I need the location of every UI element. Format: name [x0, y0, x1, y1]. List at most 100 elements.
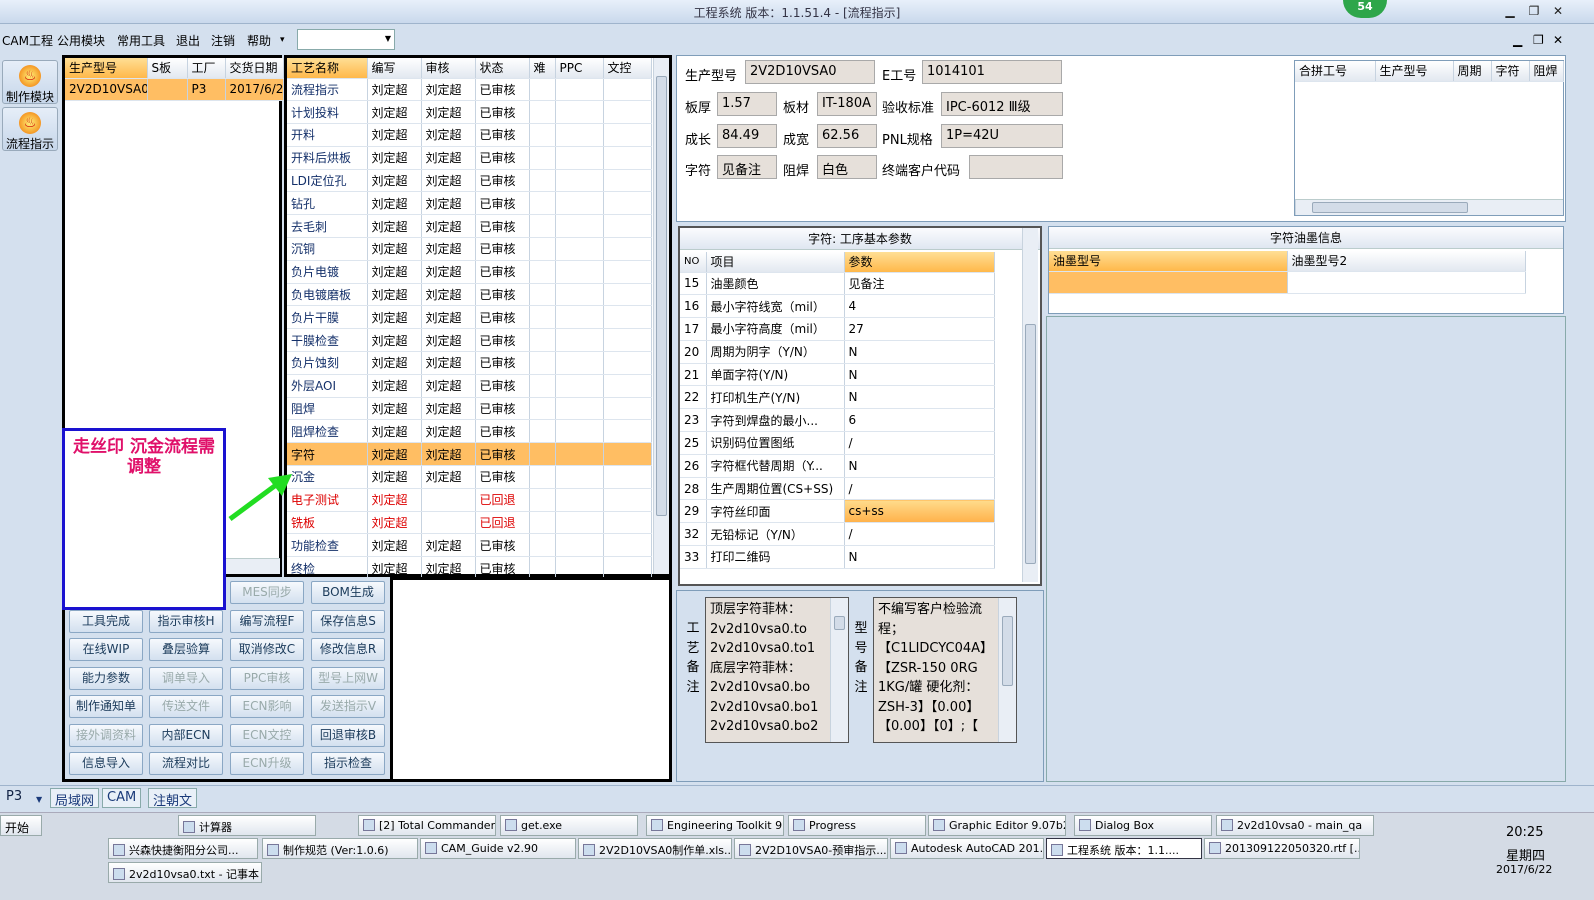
col-status[interactable]: 状态 — [475, 58, 530, 79]
menu-common-modules[interactable]: 公用模块 — [57, 32, 105, 49]
craft-notes-scrollbar[interactable] — [830, 598, 848, 742]
nav-process-guide[interactable]: ♨ 流程指示 — [2, 107, 58, 151]
scroll-thumb[interactable] — [1025, 324, 1036, 564]
taskbar-item[interactable]: 兴森快捷衡阳分公司... — [108, 838, 258, 859]
action-button[interactable]: 在线WIP — [69, 638, 143, 661]
taskbar-item[interactable]: Autodesk AutoCAD 201... — [890, 838, 1044, 859]
col-merge-char[interactable]: 字符 — [1491, 61, 1530, 82]
table-row[interactable]: 阻焊检查 刘定超 刘定超 已审核 — [287, 419, 652, 444]
action-button[interactable]: 调单导入 — [149, 666, 223, 690]
taskbar-item[interactable]: 工程系统 版本：1.1.... — [1046, 838, 1202, 859]
tab-lan[interactable]: 局域网 — [50, 788, 100, 809]
taskbar-item[interactable]: Graphic Editor 9.07b2... — [928, 815, 1066, 836]
taskbar-item[interactable]: 计算器 — [178, 815, 316, 836]
chevron-down-icon[interactable]: ▼ — [32, 794, 46, 814]
taskbar-item[interactable]: CAM_Guide v2.90 — [420, 838, 576, 859]
action-button[interactable]: BOM生成 — [311, 581, 385, 604]
field-solder-mask[interactable]: 白色 — [817, 155, 877, 179]
table-row[interactable]: 干膜检查 刘定超 刘定超 已审核 — [287, 328, 652, 353]
scroll-thumb[interactable] — [834, 616, 845, 630]
table-row[interactable]: 电子测试 刘定超 已回退 — [287, 488, 652, 512]
col-no[interactable]: NO — [680, 252, 707, 273]
action-button[interactable]: 流程对比 — [149, 752, 223, 775]
table-row[interactable]: 去毛刺 刘定超 刘定超 已审核 — [287, 214, 652, 239]
field-standard[interactable]: IPC-6012 Ⅲ级 — [941, 92, 1063, 116]
close-button[interactable]: ✕ — [1548, 3, 1568, 19]
child-close-button[interactable]: ✕ — [1553, 33, 1563, 47]
process-v-scrollbar[interactable] — [653, 58, 669, 574]
field-length[interactable]: 84.49 — [717, 124, 777, 148]
action-button[interactable]: 接外调资料 — [69, 723, 143, 747]
col-doc-control[interactable]: 文控 — [603, 58, 652, 79]
action-button[interactable]: 保存信息S — [311, 609, 385, 633]
toolbar-combo[interactable]: ▼ — [297, 29, 395, 50]
col-param[interactable]: 参数 — [844, 252, 995, 273]
taskbar-item[interactable]: Dialog Box — [1074, 815, 1212, 836]
table-row[interactable]: 23 字符到焊盘的最小... 6 — [680, 408, 995, 433]
col-writer[interactable]: 编写 — [367, 58, 422, 79]
field-pnl[interactable]: 1P=42U — [941, 124, 1063, 148]
taskbar-item[interactable]: [2] Total Commander ... — [358, 815, 496, 836]
action-button[interactable]: 修改信息R — [311, 638, 385, 661]
table-row[interactable]: 21 单面字符(Y/N) N — [680, 363, 995, 387]
merge-h-scrollbar[interactable] — [1295, 199, 1563, 215]
col-ink-model2[interactable]: 油墨型号2 — [1287, 251, 1526, 272]
col-ink-model[interactable]: 油墨型号 — [1049, 251, 1288, 272]
table-row[interactable]: 26 字符框代替周期（Y... N — [680, 454, 995, 478]
taskbar-item[interactable]: 2v2d10vsa0 - main_qa — [1216, 815, 1374, 836]
col-ppc[interactable]: PPC — [555, 58, 604, 79]
action-button[interactable]: 指示审核H — [149, 609, 223, 633]
field-prod-model[interactable]: 2V2D10VSA0 — [745, 60, 875, 84]
col-merge-no[interactable]: 合拼工号 — [1295, 61, 1376, 82]
menu-logout[interactable]: 注销 — [211, 32, 235, 49]
field-width[interactable]: 62.56 — [817, 124, 877, 148]
scroll-thumb[interactable] — [656, 76, 667, 516]
col-prod-model[interactable]: 生产型号 — [65, 58, 148, 79]
table-row[interactable]: 22 打印机生产(Y/N) N — [680, 385, 995, 410]
params-v-scrollbar[interactable] — [1022, 228, 1038, 582]
table-row[interactable]: 17 最小字符高度（mil） 27 — [680, 317, 995, 341]
action-button[interactable]: 发送指示V — [311, 695, 385, 718]
action-button[interactable]: 回退审核B — [311, 723, 385, 747]
action-button[interactable]: 编写流程F — [230, 609, 304, 633]
action-button[interactable]: 信息导入 — [69, 752, 143, 775]
table-row[interactable]: 2V2D10VSA0 P3 2017/6/2 — [65, 78, 284, 102]
table-row[interactable]: 阻焊 刘定超 刘定超 已审核 — [287, 397, 652, 421]
tab-other[interactable]: 注朝文 — [148, 788, 198, 809]
col-reviewer[interactable]: 审核 — [421, 58, 476, 79]
table-row[interactable]: 铣板 刘定超 已回退 — [287, 511, 652, 535]
action-button[interactable]: 内部ECN — [149, 723, 223, 747]
col-difficulty[interactable]: 难 — [529, 58, 556, 79]
taskbar-item[interactable]: get.exe — [500, 815, 638, 836]
maximize-button[interactable]: ❐ — [1524, 3, 1544, 19]
table-row[interactable]: 25 识别码位置图纸 / — [680, 431, 995, 455]
table-row[interactable]: 计划投料 刘定超 刘定超 已审核 — [287, 100, 652, 125]
tab-cam[interactable]: CAM — [102, 788, 142, 808]
orders-h-scrollbar[interactable] — [225, 558, 280, 574]
child-minimize-button[interactable]: ▁ — [1513, 33, 1522, 47]
table-row[interactable]: LDI定位孔 刘定超 刘定超 已审核 — [287, 169, 652, 193]
taskbar-item[interactable]: 制作规范 (Ver:1.0.6) — [262, 838, 418, 859]
factory-combo[interactable]: P3 — [2, 788, 26, 808]
table-row[interactable]: 负片干膜 刘定超 刘定超 已审核 — [287, 305, 652, 330]
menu-cam[interactable]: CAM工程 — [2, 32, 53, 49]
table-row[interactable]: 开料后烘板 刘定超 刘定超 已审核 — [287, 146, 652, 170]
nav-make-module[interactable]: ♨ 制作模块 — [2, 60, 58, 104]
start-button[interactable]: 开始 — [0, 815, 42, 836]
table-row[interactable]: 29 字符丝印面 cs+ss — [680, 499, 995, 524]
table-row[interactable]: 28 生产周期位置(CS+SS) / — [680, 477, 995, 501]
action-button[interactable]: 型号上网W — [311, 666, 385, 690]
table-row[interactable]: 钻孔 刘定超 刘定超 已审核 — [287, 191, 652, 216]
menu-help[interactable]: 帮助 — [247, 32, 271, 49]
action-button[interactable]: 制作通知单 — [69, 695, 143, 718]
table-row[interactable]: 33 打印二维码 N — [680, 545, 995, 569]
table-row[interactable]: 流程指示 刘定超 刘定超 已审核 — [287, 78, 652, 102]
taskbar-item[interactable]: 2v2d10vsa0.txt - 记事本 — [108, 862, 262, 883]
scroll-thumb[interactable] — [1312, 202, 1468, 213]
taskbar-item[interactable]: 201309122050320.rtf [... — [1204, 838, 1360, 859]
table-row[interactable]: 16 最小字符线宽（mil） 4 — [680, 294, 995, 319]
model-notes-field[interactable]: 不编写客户检验流 程； 【C1LIDCYC04A】 【ZSR-150 0RG 1KG/罐… — [873, 597, 1017, 743]
field-customer-code[interactable] — [969, 155, 1063, 179]
col-merge-mask[interactable]: 阻焊 — [1529, 61, 1564, 82]
action-button[interactable]: 叠层验算 — [149, 638, 223, 661]
